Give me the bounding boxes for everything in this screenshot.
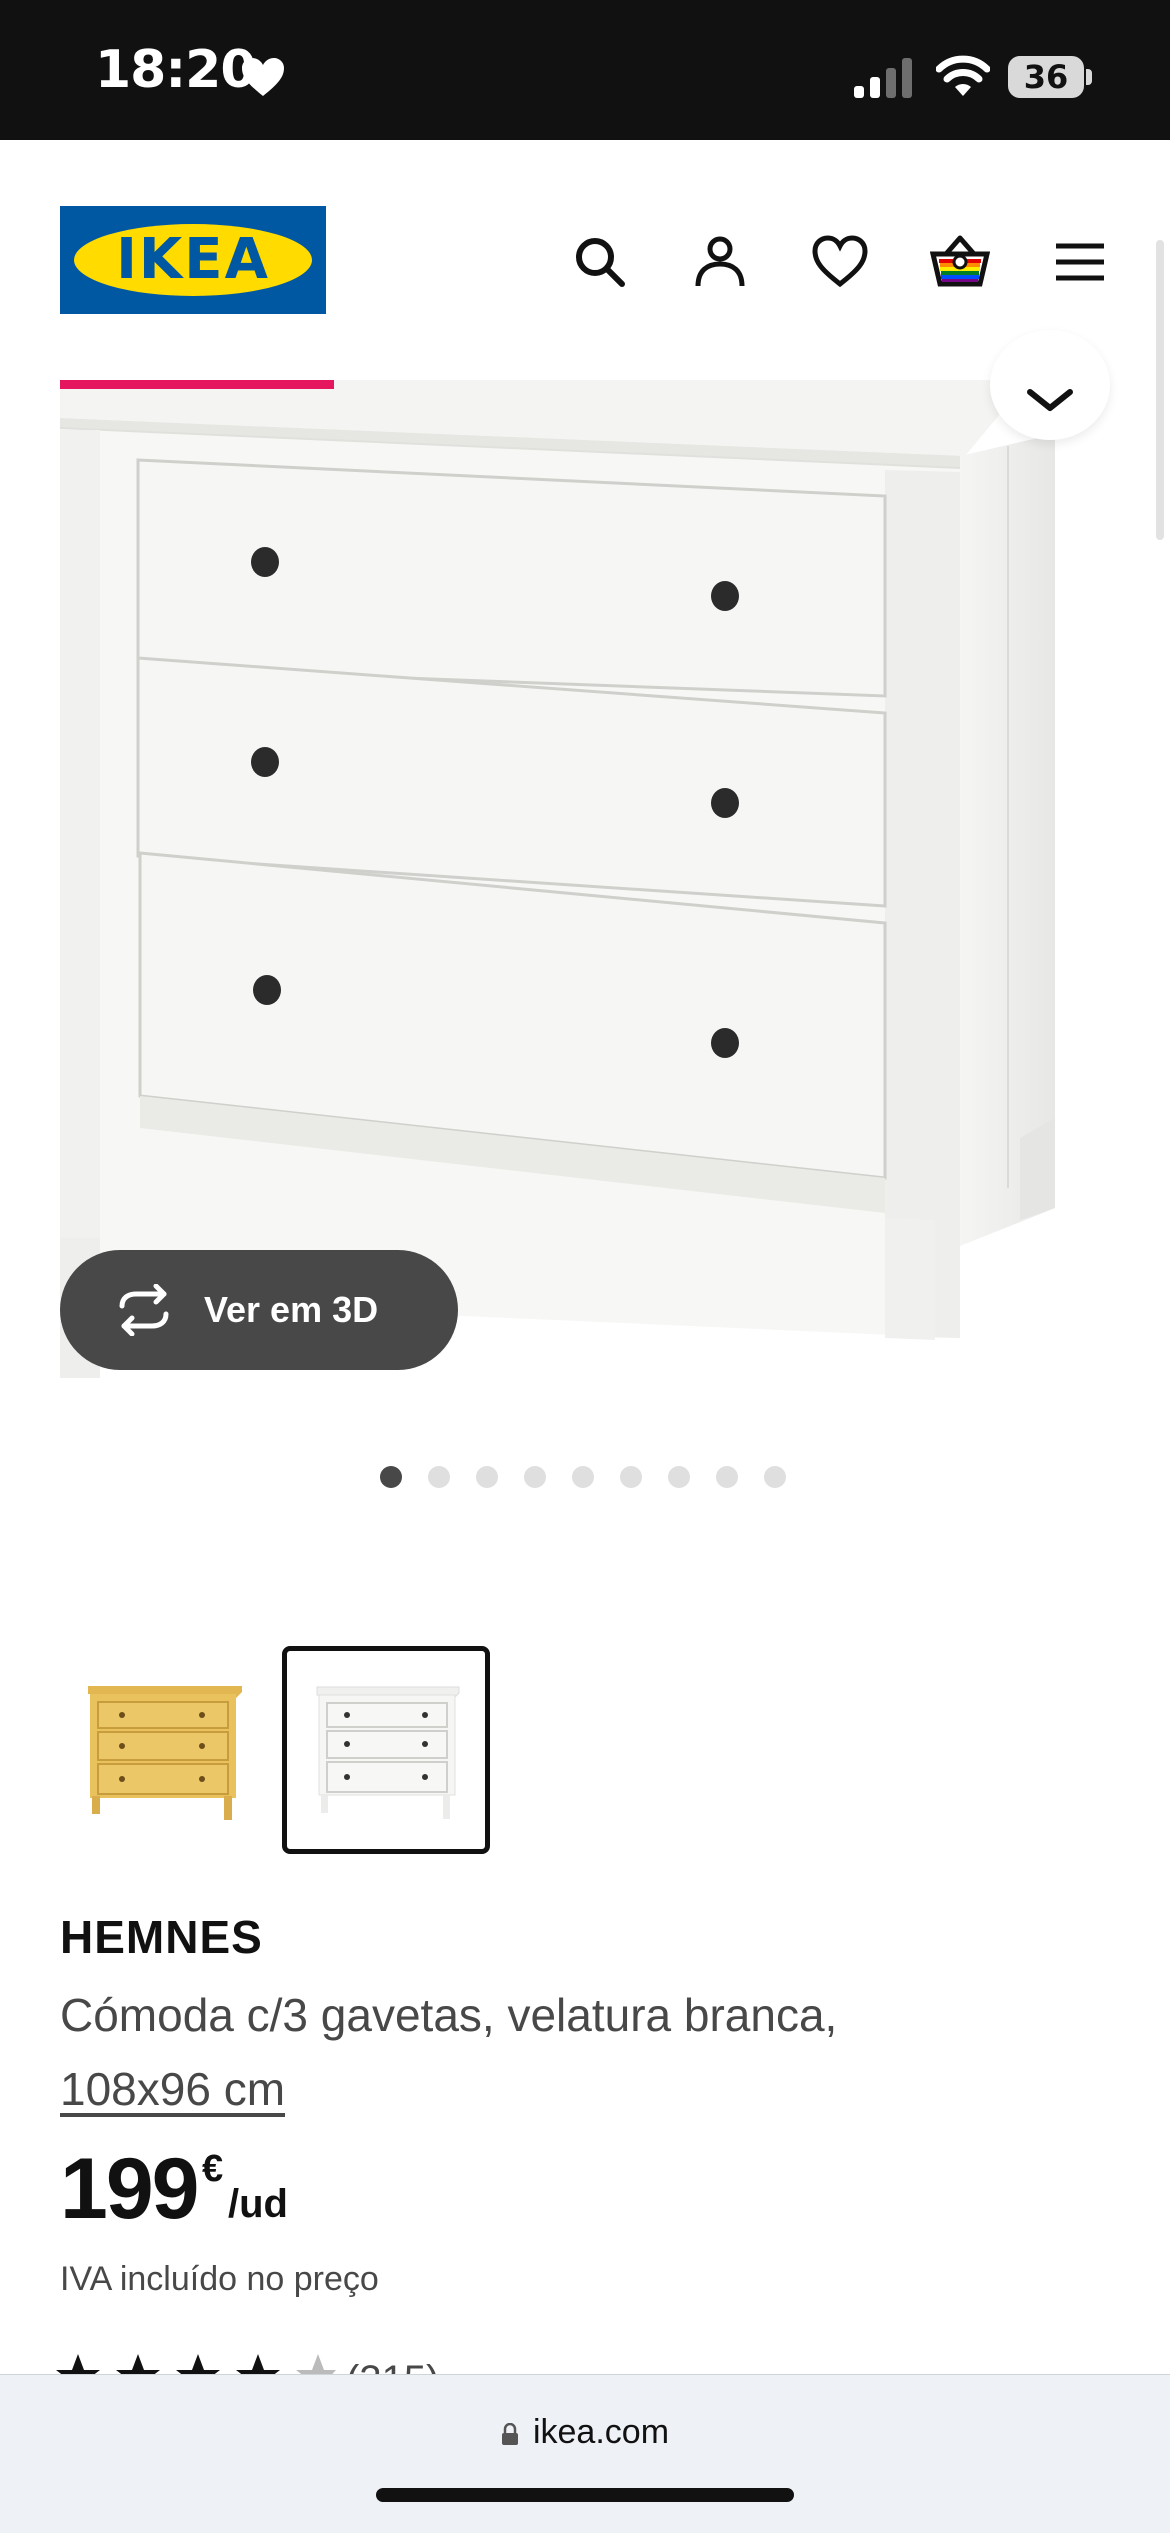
carousel-dot-5[interactable] [572, 1466, 594, 1488]
price-currency: € [202, 2148, 224, 2190]
battery-tip [1086, 69, 1092, 85]
heart-status-icon [242, 58, 284, 96]
variant-thumbnail-white[interactable] [282, 1646, 490, 1854]
favourite-button[interactable] [990, 330, 1110, 440]
price: 199 € /ud [60, 2140, 288, 2239]
wifi-icon [936, 55, 990, 96]
price-unit: /ud [228, 2182, 288, 2226]
yellow-dresser-image [88, 1686, 242, 1820]
product-description: Cómoda c/3 gavetas, velatura branca, 108… [60, 1978, 1060, 2126]
ikea-logo[interactable]: IKEA [60, 206, 326, 314]
url-display[interactable]: ikea.com [0, 2413, 1170, 2452]
carousel-dot-6[interactable] [620, 1466, 642, 1488]
view-3d-button[interactable]: Ver em 3D [60, 1250, 458, 1370]
signal-icon [854, 58, 912, 98]
product-description-text: Cómoda c/3 gavetas, velatura branca, [60, 1989, 838, 2041]
product-name: HEMNES [60, 1911, 263, 1963]
carousel-dot-8[interactable] [716, 1466, 738, 1488]
account-icon[interactable] [690, 232, 750, 292]
carousel-dot-9[interactable] [764, 1466, 786, 1488]
carousel-dot-3[interactable] [476, 1466, 498, 1488]
dresser-illustration [60, 380, 1055, 1378]
status-bar: 18:20 36 [0, 0, 1170, 140]
image-progress-indicator [60, 380, 334, 389]
logo-text: IKEA [116, 227, 270, 292]
product-size-link[interactable]: 108x96 cm [60, 2063, 285, 2115]
carousel-dot-7[interactable] [668, 1466, 690, 1488]
browser-address-bar[interactable]: ikea.com [0, 2374, 1170, 2533]
white-dresser-image [316, 1686, 460, 1819]
vat-note: IVA incluído no preço [60, 2260, 379, 2298]
variant-thumbnail-yellow[interactable] [60, 1646, 268, 1854]
cart-icon[interactable] [930, 232, 990, 292]
price-integer: 199 [60, 2141, 199, 2237]
carousel-dot-1[interactable] [380, 1466, 402, 1488]
rating[interactable]: (315) [56, 2340, 556, 2374]
carousel-dot-4[interactable] [524, 1466, 546, 1488]
carousel-dot-2[interactable] [428, 1466, 450, 1488]
product-image[interactable] [60, 378, 1110, 1378]
view-3d-label: Ver em 3D [204, 1289, 379, 1330]
page-scrollbar[interactable] [1156, 240, 1164, 540]
home-indicator[interactable] [376, 2488, 794, 2502]
battery-icon: 36 [1008, 56, 1086, 98]
lock-icon [501, 2423, 518, 2445]
battery-level: 36 [1008, 56, 1084, 98]
search-icon[interactable] [570, 232, 630, 292]
menu-icon[interactable] [1050, 232, 1110, 292]
status-time: 18:20 [95, 40, 257, 100]
url-text: ikea.com [532, 2413, 670, 2451]
chevron-down-icon [1027, 389, 1073, 411]
heart-icon[interactable] [810, 232, 870, 292]
rotate-3d-icon [119, 1284, 169, 1336]
rating-stars-icon [56, 2354, 336, 2374]
rating-count: (315) [346, 2358, 439, 2374]
